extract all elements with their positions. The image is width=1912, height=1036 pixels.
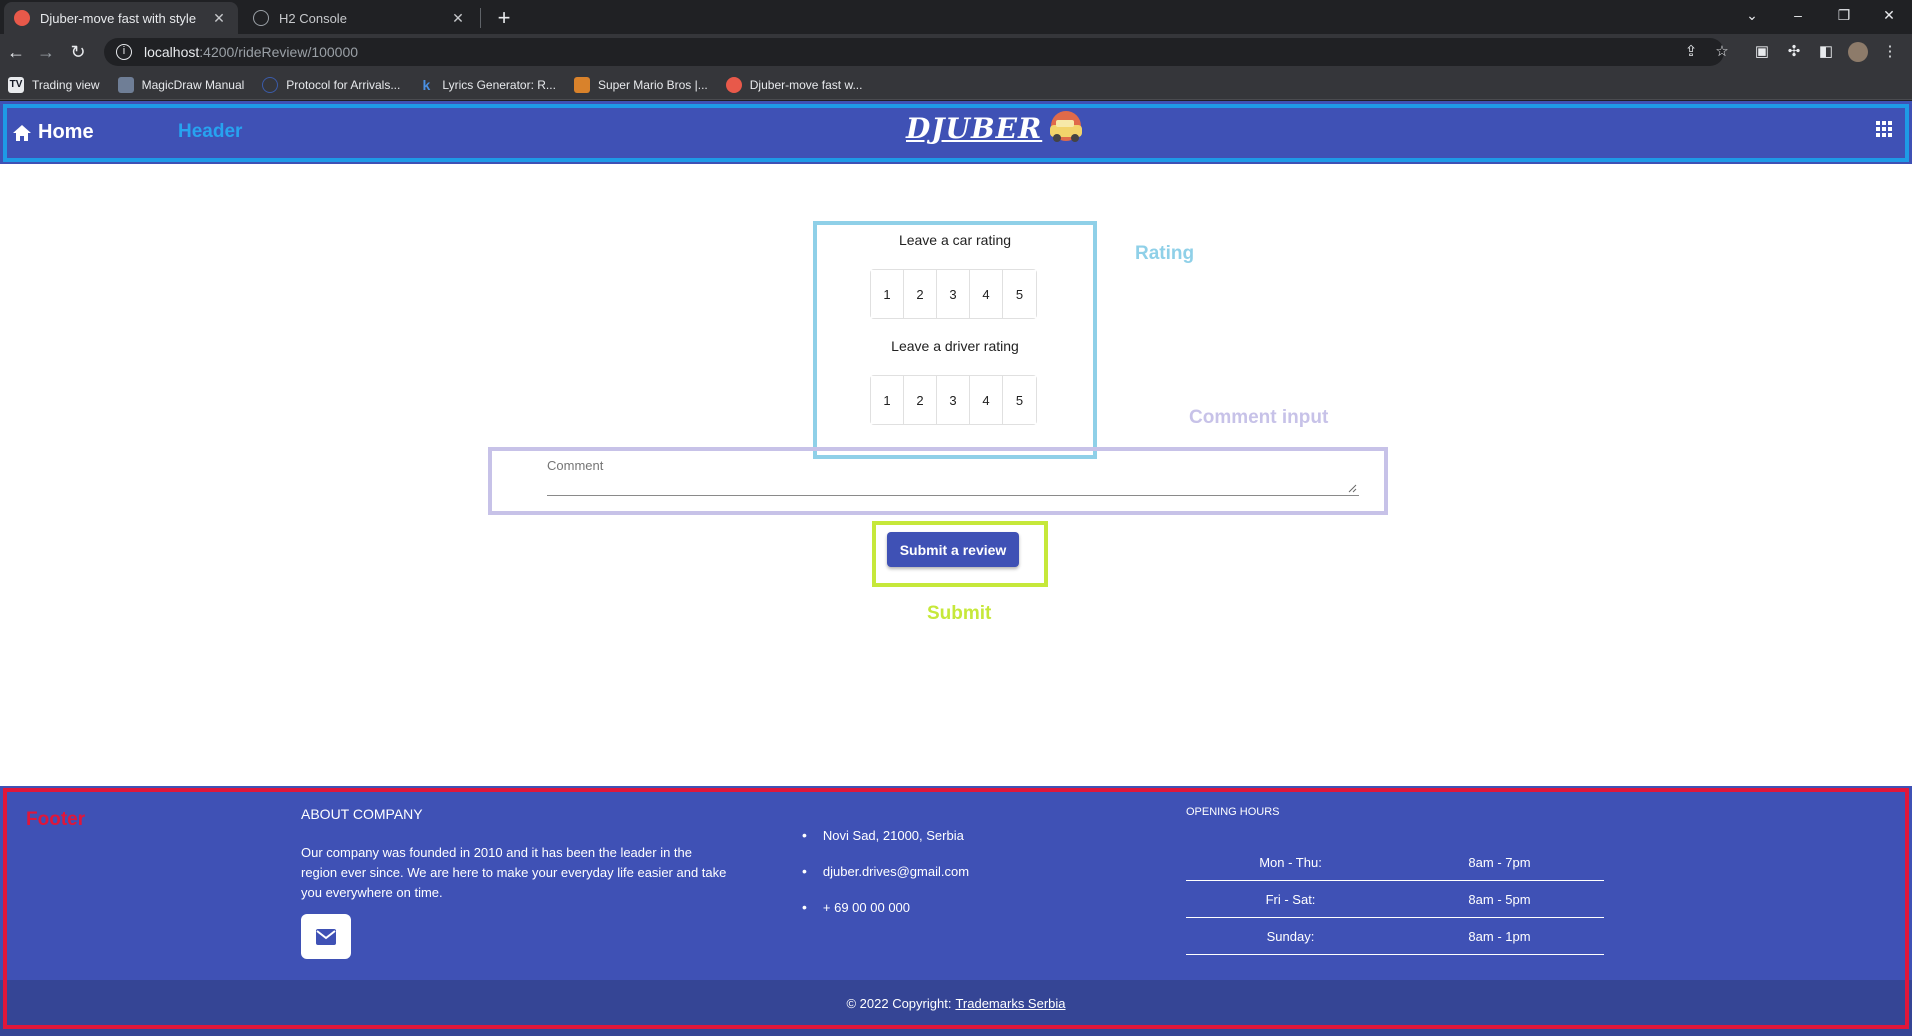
tab-h2-console[interactable]: H2 Console ✕ <box>243 2 477 34</box>
bookmark-lyrics[interactable]: k Lyrics Generator: R... <box>418 77 556 93</box>
rating-annotation-label: Rating <box>1135 243 1195 264</box>
car-rating-option[interactable]: 1 <box>871 270 904 318</box>
bookmark-trading-view[interactable]: TV Trading view <box>8 76 100 93</box>
magicdraw-icon <box>117 76 134 93</box>
new-tab-icon[interactable]: + <box>490 4 518 32</box>
close-icon[interactable]: ✕ <box>210 10 228 27</box>
driver-rating-option[interactable]: 4 <box>970 376 1003 424</box>
site-info-icon[interactable]: i <box>116 44 132 60</box>
bookmark-protocol[interactable]: Protocol for Arrivals... <box>262 76 400 93</box>
trademarks-link[interactable]: Trademarks Serbia <box>955 996 1065 1011</box>
address-bar[interactable]: i localhost:4200/rideReview/100000 <box>104 38 1724 66</box>
resize-handle-icon[interactable] <box>1348 484 1357 493</box>
url-host: localhost <box>144 44 200 60</box>
side-panel-icon[interactable]: ◧ <box>1816 42 1836 62</box>
close-icon[interactable]: ✕ <box>449 10 467 27</box>
driver-rating-option[interactable]: 2 <box>904 376 937 424</box>
puzzle-icon[interactable]: ✣ <box>1784 42 1804 62</box>
mail-icon <box>316 928 336 945</box>
minimize-icon[interactable]: – <box>1775 0 1821 30</box>
restore-icon[interactable]: ❐ <box>1821 0 1867 30</box>
driver-rating-option[interactable]: 1 <box>871 376 904 424</box>
k-letter-icon: k <box>422 76 431 93</box>
comment-annotation-box <box>488 447 1388 515</box>
share-icon[interactable]: ⇪ <box>1681 42 1701 62</box>
car-rating-label: Leave a car rating <box>898 232 1012 248</box>
browser-tabstrip: Djuber-move fast with style ✕ H2 Console… <box>0 0 1912 34</box>
driver-rating-group: 1 2 3 4 5 <box>870 375 1037 425</box>
submit-review-button[interactable]: Submit a review <box>887 532 1019 567</box>
header-annotation-label: Header <box>178 121 243 142</box>
driver-rating-option[interactable]: 3 <box>937 376 970 424</box>
bookmark-djuber[interactable]: Djuber-move fast w... <box>725 76 862 93</box>
bookmark-mario[interactable]: Super Mario Bros |... <box>573 76 708 93</box>
page-viewport: Home DJUBER Header Rating Leave a car ra… <box>0 101 1912 1036</box>
extension-icon[interactable]: ▣ <box>1752 42 1772 62</box>
menu-kebab-icon[interactable]: ⋮ <box>1880 42 1900 62</box>
car-rating-option[interactable]: 4 <box>970 270 1003 318</box>
mario-icon <box>573 76 590 93</box>
car-rating-group: 1 2 3 4 5 <box>870 269 1037 319</box>
back-icon[interactable]: ← <box>2 38 30 66</box>
bookmark-magicdraw[interactable]: MagicDraw Manual <box>117 76 244 93</box>
driver-rating-label: Leave a driver rating <box>891 338 1019 354</box>
comment-annotation-label: Comment input <box>1189 407 1329 428</box>
browser-toolbar: ← → ↻ i localhost:4200/rideReview/100000… <box>0 34 1912 70</box>
bookmarks-bar: TV Trading view MagicDraw Manual Protoco… <box>0 70 1912 100</box>
reload-icon[interactable]: ↻ <box>64 38 92 66</box>
tab-divider <box>480 8 481 28</box>
tab-search-icon[interactable]: ⌄ <box>1729 0 1775 30</box>
profile-avatar[interactable] <box>1848 42 1868 62</box>
submit-annotation-label: Submit <box>927 603 992 624</box>
djuber-favicon-icon <box>725 76 742 93</box>
tradingview-icon: TV <box>8 76 24 93</box>
globe-icon <box>253 10 269 26</box>
comment-input[interactable]: Comment <box>547 458 603 473</box>
driver-rating-option[interactable]: 5 <box>1003 376 1036 424</box>
window-close-icon[interactable]: ✕ <box>1866 0 1912 30</box>
header-annotation-box <box>3 104 1909 162</box>
globe-icon <box>262 76 279 93</box>
car-rating-option[interactable]: 3 <box>937 270 970 318</box>
tab-title: H2 Console <box>279 10 347 26</box>
bookmark-star-icon[interactable]: ☆ <box>1712 42 1732 62</box>
car-rating-option[interactable]: 5 <box>1003 270 1036 318</box>
email-button[interactable] <box>301 914 351 959</box>
forward-icon[interactable]: → <box>32 38 60 66</box>
comment-underline <box>547 495 1359 496</box>
car-rating-option[interactable]: 2 <box>904 270 937 318</box>
tab-title: Djuber-move fast with style <box>40 10 197 26</box>
tab-djuber[interactable]: Djuber-move fast with style ✕ <box>4 2 238 34</box>
djuber-favicon-icon <box>14 10 30 26</box>
url-path: :4200/rideReview/100000 <box>199 44 359 60</box>
